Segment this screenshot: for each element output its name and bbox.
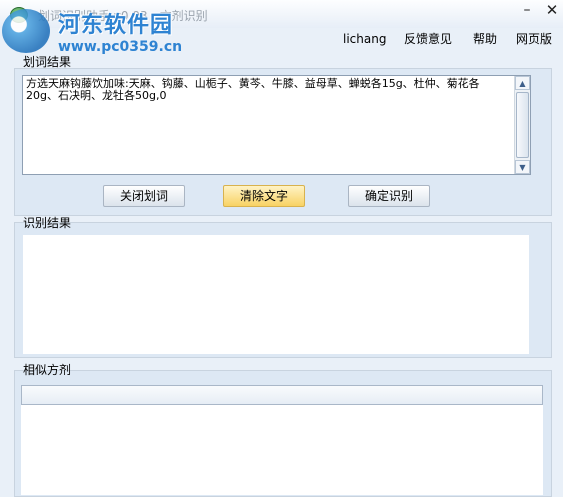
menu-user[interactable]: lichang [343, 29, 386, 49]
recognition-result-box[interactable] [23, 235, 529, 354]
menu-feedback[interactable]: 反馈意见 [404, 29, 452, 49]
scroll-thumb[interactable] [516, 92, 529, 158]
similar-list-header [21, 385, 543, 405]
title-bar: 划词识别助手 v0.93 - 方剂识别 – ✕ [0, 0, 563, 28]
selection-text: 方选天麻钩藤饮加味:天麻、钩藤、山栀子、黄芩、牛膝、益母草、蝉蜕各15g、杜仲、… [26, 77, 480, 102]
window-title: 划词识别助手 v0.93 - 方剂识别 [38, 9, 208, 23]
app-logo-icon [10, 7, 28, 23]
menu-help[interactable]: 帮助 [473, 29, 497, 49]
selection-label: 划词结果 [23, 55, 72, 69]
menu-web[interactable]: 网页版 [516, 29, 552, 49]
recognition-label: 识别结果 [23, 216, 72, 230]
selection-textarea[interactable]: 方选天麻钩藤饮加味:天麻、钩藤、山栀子、黄芩、牛膝、益母草、蝉蜕各15g、杜仲、… [22, 75, 531, 175]
minimize-button[interactable]: – [519, 2, 535, 18]
close-button[interactable]: ✕ [544, 2, 560, 18]
similar-label: 相似方剂 [23, 363, 72, 377]
clear-text-button[interactable]: 清除文字 [223, 185, 305, 207]
arrow-up-icon[interactable]: ▲ [515, 76, 530, 90]
watermark-url: www.pc0359.cn [58, 39, 183, 55]
arrow-down-icon[interactable]: ▼ [515, 160, 530, 174]
confirm-recognize-button[interactable]: 确定识别 [348, 185, 430, 207]
close-select-button[interactable]: 关闭划词 [103, 185, 185, 207]
vertical-scrollbar[interactable]: ▲ ▼ [514, 76, 530, 174]
